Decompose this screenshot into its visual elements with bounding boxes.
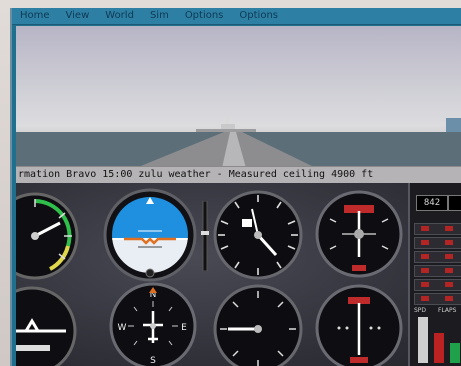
trim-lever[interactable]: [450, 343, 460, 363]
svg-text:W: W: [118, 323, 127, 333]
nav-indicator: [314, 283, 404, 366]
throttle-lever[interactable]: [418, 317, 428, 363]
menu-world[interactable]: World: [97, 8, 142, 24]
turn-coordinator: [16, 285, 78, 366]
digital-readout: 842: [416, 195, 448, 211]
radio-row-5[interactable]: [414, 279, 461, 291]
monitor-bezel: Home View World Sim Options Options rmat…: [0, 0, 461, 366]
menu-sim[interactable]: Sim: [142, 8, 177, 24]
outside-view: [16, 26, 461, 168]
radio-row-6[interactable]: [414, 293, 461, 305]
menu-options-2[interactable]: Options: [231, 8, 286, 24]
spd-label: SPD: [414, 307, 427, 314]
status-text: rmation Bravo 15:00 zulu weather - Measu…: [18, 169, 374, 180]
vertical-speed-indicator: [212, 283, 304, 366]
status-line: rmation Bravo 15:00 zulu weather - Measu…: [16, 166, 461, 184]
trim-indicator: [200, 201, 210, 271]
instrument-panel: N E S W 842 SPD FLAPS: [16, 183, 461, 366]
scenery: [16, 116, 461, 168]
tachometer: [314, 189, 404, 279]
menu-home[interactable]: Home: [12, 8, 58, 24]
radio-row-2[interactable]: [414, 237, 461, 249]
radio-row-1[interactable]: [414, 223, 461, 235]
airspeed-indicator: [16, 191, 80, 281]
radio-row-4[interactable]: [414, 265, 461, 277]
flaps-label: FLAPS: [438, 307, 457, 314]
altimeter: [212, 189, 304, 281]
attitude-indicator: [102, 187, 198, 283]
menu-view[interactable]: View: [58, 8, 98, 24]
sim-screen: Home View World Sim Options Options rmat…: [10, 8, 461, 366]
digital-readout-2: [448, 195, 461, 211]
radio-stack: 842 SPD FLAPS: [408, 183, 461, 366]
heading-indicator: N E S W: [108, 281, 198, 366]
building-row: [196, 129, 256, 132]
radio-row-3[interactable]: [414, 251, 461, 263]
right-structure: [446, 118, 461, 132]
menu-bar: Home View World Sim Options Options: [12, 8, 461, 25]
mixture-lever[interactable]: [434, 333, 444, 363]
menu-options[interactable]: Options: [177, 8, 232, 24]
svg-text:E: E: [181, 323, 187, 333]
svg-text:S: S: [150, 356, 156, 366]
